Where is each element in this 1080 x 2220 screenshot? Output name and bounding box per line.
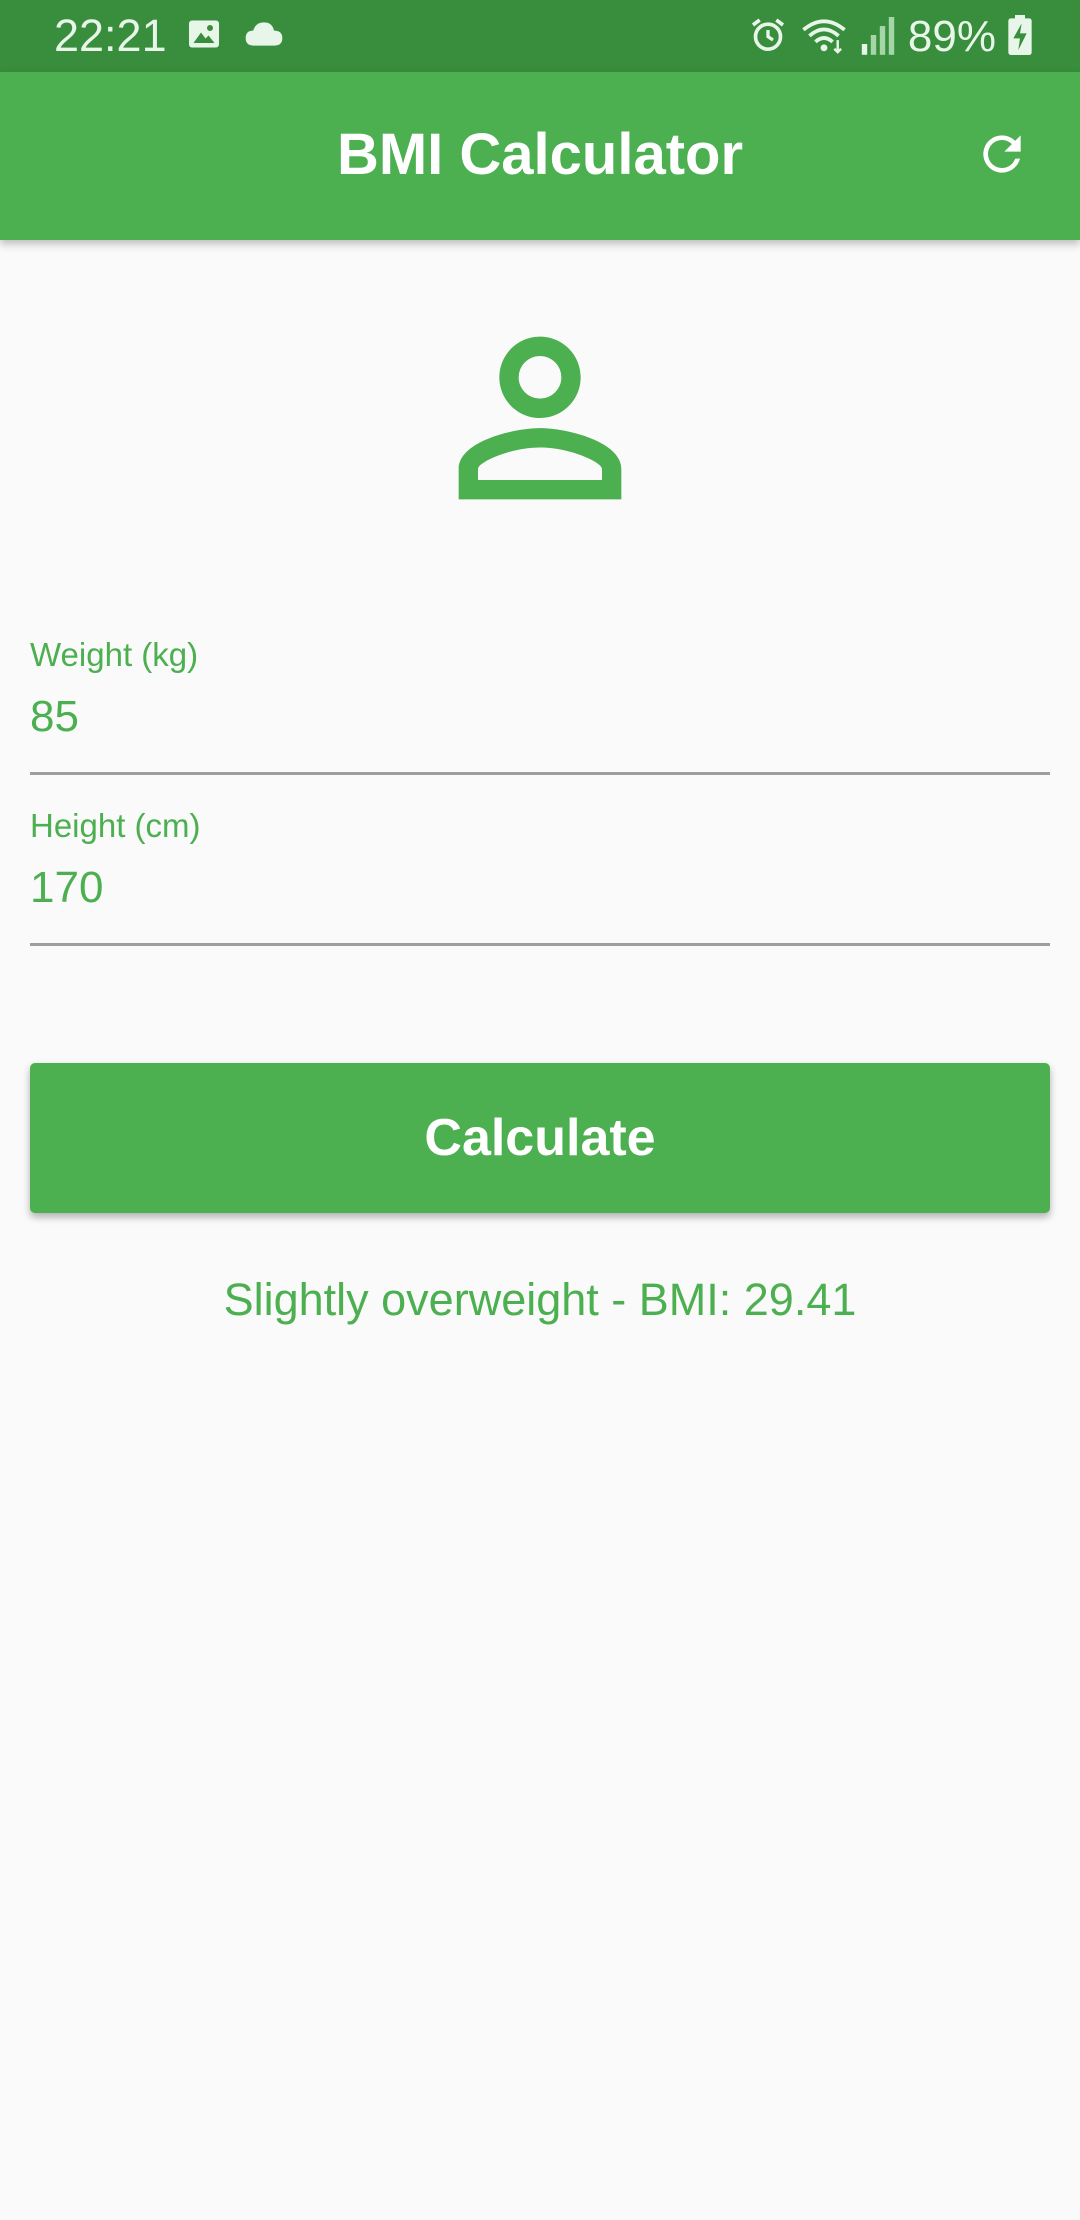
refresh-icon [974,126,1030,187]
wifi-icon [800,15,848,60]
refresh-button[interactable] [960,114,1044,198]
weight-label: Weight (kg) [30,636,199,673]
height-input[interactable] [30,853,1030,923]
weight-field: Weight (kg) [30,630,1050,775]
alarm-icon [748,15,788,60]
height-label: Height (cm) [30,807,201,844]
app-title: BMI Calculator [336,122,744,187]
image-icon [186,16,222,57]
height-field: Height (cm) [30,801,1050,946]
battery-charging-icon [1008,14,1032,60]
status-bar: 22:21 89% [0,0,1080,72]
status-right-icons: 89% [748,12,1032,62]
calculate-button[interactable]: Calculate [30,1063,1050,1213]
result-text: Slightly overweight - BMI: 29.41 [223,1274,857,1325]
signal-icon [860,15,896,60]
app-bar: BMI Calculator [0,72,1080,240]
status-left-icons [186,16,284,57]
battery-percent: 89% [907,12,996,61]
status-time: 22:21 [54,10,167,61]
person-outline-icon [418,296,662,540]
cloud-icon [244,19,284,54]
weight-input[interactable] [30,682,1030,752]
